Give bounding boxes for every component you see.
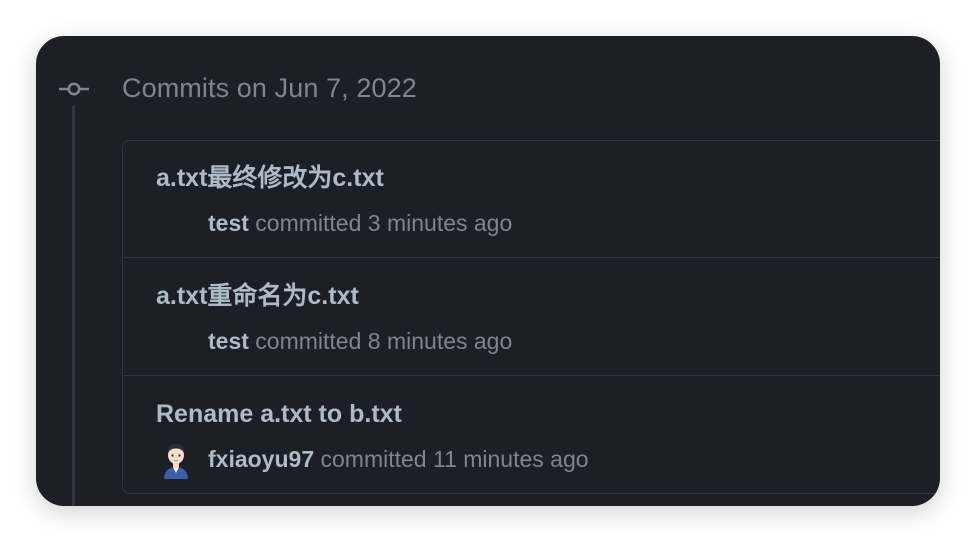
commit-verb: committed (320, 446, 427, 472)
commit-time[interactable]: 8 minutes ago (368, 328, 512, 354)
commit-meta: test committed 8 minutes ago (208, 327, 512, 355)
commit-title-link[interactable]: Rename a.txt to b.txt (156, 399, 402, 429)
timeline-line (72, 106, 75, 506)
commit-title-link[interactable]: a.txt重命名为c.txt (156, 281, 359, 311)
commit-verb: committed (255, 210, 362, 236)
commit-meta: fxiaoyu97 committed 11 minutes ago (208, 445, 589, 473)
commit-group-header: Commits on Jun 7, 2022 (122, 73, 417, 103)
commit-time[interactable]: 11 minutes ago (433, 446, 589, 472)
commit-item: Rename a.txt to b.txt fxiaoyu97 committe… (123, 377, 940, 493)
commit-item: a.txt最终修改为c.txt test committed 3 minutes… (123, 141, 940, 258)
commit-list: a.txt最终修改为c.txt test committed 3 minutes… (122, 140, 940, 494)
commits-panel: Commits on Jun 7, 2022 a.txt最终修改为c.txt t… (36, 36, 940, 506)
commit-verb: committed (255, 328, 362, 354)
commit-item: a.txt重命名为c.txt test committed 8 minutes … (123, 259, 940, 376)
git-commit-icon (59, 82, 89, 96)
author-link[interactable]: fxiaoyu97 (208, 446, 314, 472)
commit-time[interactable]: 3 minutes ago (368, 210, 512, 236)
author-link[interactable]: test (208, 210, 249, 236)
user-avatar[interactable] (161, 439, 191, 479)
commit-meta: test committed 3 minutes ago (208, 209, 512, 237)
commit-title-link[interactable]: a.txt最终修改为c.txt (156, 163, 384, 193)
author-link[interactable]: test (208, 328, 249, 354)
